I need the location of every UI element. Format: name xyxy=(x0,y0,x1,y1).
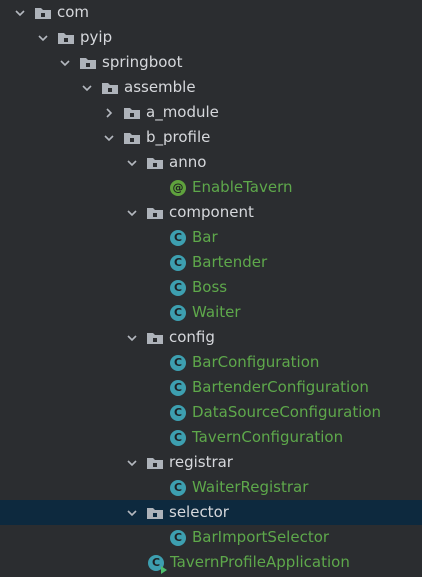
tree-row-tavernprofileapplication[interactable]: C TavernProfileApplication xyxy=(0,550,422,575)
tree-row-pyip[interactable]: pyip xyxy=(0,25,422,50)
tree-row-bartender[interactable]: C Bartender xyxy=(0,250,422,275)
tree-row-b-profile[interactable]: b_profile xyxy=(0,125,422,150)
class-icon: C xyxy=(170,279,186,296)
class-icon: C xyxy=(170,304,186,321)
class-icon: C xyxy=(170,379,186,396)
tree-row-tavernconfiguration[interactable]: C TavernConfiguration xyxy=(0,425,422,450)
tree-row-waiter[interactable]: C Waiter xyxy=(0,300,422,325)
tree-label: pyip xyxy=(80,28,113,46)
tree-label: EnableTavern xyxy=(192,178,293,196)
tree-label: BarConfiguration xyxy=(192,353,320,371)
tree-label: TavernProfileApplication xyxy=(170,553,350,571)
folder-package-icon xyxy=(57,30,75,46)
tree-row-enabletavern[interactable]: @ EnableTavern xyxy=(0,175,422,200)
chevron-down-icon[interactable] xyxy=(57,55,73,71)
tree-row-boss[interactable]: C Boss xyxy=(0,275,422,300)
class-icon: C xyxy=(170,404,186,421)
class-icon: C xyxy=(170,529,186,546)
tree-label: BarImportSelector xyxy=(192,528,330,546)
tree-row-barimportselector[interactable]: C BarImportSelector xyxy=(0,525,422,550)
tree-row-bartenderconfiguration[interactable]: C BartenderConfiguration xyxy=(0,375,422,400)
folder-package-icon xyxy=(34,5,52,21)
folder-package-icon xyxy=(101,80,119,96)
spring-boot-application-icon: C xyxy=(148,554,167,574)
chevron-down-icon[interactable] xyxy=(124,330,140,346)
tree-label: DataSourceConfiguration xyxy=(192,403,382,421)
tree-row-registrar[interactable]: registrar xyxy=(0,450,422,475)
tree-row-bar[interactable]: C Bar xyxy=(0,225,422,250)
tree-label: Bartender xyxy=(192,253,268,271)
folder-package-icon xyxy=(123,130,141,146)
tree-row-anno[interactable]: anno xyxy=(0,150,422,175)
tree-label: a_module xyxy=(146,103,219,121)
chevron-right-icon[interactable] xyxy=(101,105,117,121)
tree-label: anno xyxy=(169,153,207,171)
folder-package-icon xyxy=(146,155,164,171)
chevron-down-icon[interactable] xyxy=(79,80,95,96)
tree-row-waiterregistrar[interactable]: C WaiterRegistrar xyxy=(0,475,422,500)
chevron-down-icon[interactable] xyxy=(124,155,140,171)
tree-label: assemble xyxy=(124,78,196,96)
tree-row-com[interactable]: com xyxy=(0,0,422,25)
tree-row-barconfiguration[interactable]: C BarConfiguration xyxy=(0,350,422,375)
tree-label: Boss xyxy=(192,278,228,296)
tree-row-config[interactable]: config xyxy=(0,325,422,350)
chevron-down-icon[interactable] xyxy=(124,455,140,471)
folder-package-icon xyxy=(146,205,164,221)
tree-label: WaiterRegistrar xyxy=(192,478,309,496)
tree-label: config xyxy=(169,328,215,346)
tree-label: BartenderConfiguration xyxy=(192,378,369,396)
chevron-down-icon[interactable] xyxy=(101,130,117,146)
tree-label: registrar xyxy=(169,453,233,471)
tree-row-a-module[interactable]: a_module xyxy=(0,100,422,125)
tree-row-selector[interactable]: selector xyxy=(0,500,422,525)
folder-package-icon xyxy=(146,330,164,346)
folder-package-icon xyxy=(146,455,164,471)
tree-row-component[interactable]: component xyxy=(0,200,422,225)
tree-label: component xyxy=(169,203,254,221)
tree-row-datasourceconfiguration[interactable]: C DataSourceConfiguration xyxy=(0,400,422,425)
class-icon: C xyxy=(170,429,186,446)
class-icon: C xyxy=(170,254,186,271)
folder-package-icon xyxy=(79,55,97,71)
tree-row-assemble[interactable]: assemble xyxy=(0,75,422,100)
tree-label: selector xyxy=(169,503,229,521)
chevron-down-icon[interactable] xyxy=(35,30,51,46)
chevron-down-icon[interactable] xyxy=(124,205,140,221)
tree-label: Bar xyxy=(192,228,218,246)
annotation-icon: @ xyxy=(170,179,186,196)
class-icon: C xyxy=(170,479,186,496)
folder-package-icon xyxy=(123,105,141,121)
folder-package-icon xyxy=(146,505,164,521)
run-indicator-icon xyxy=(161,565,167,574)
project-tree: com pyip springboot assemble a_module b_… xyxy=(0,0,422,577)
tree-label: Waiter xyxy=(192,303,241,321)
tree-label: TavernConfiguration xyxy=(192,428,344,446)
chevron-down-icon[interactable] xyxy=(124,505,140,521)
class-icon: C xyxy=(170,354,186,371)
tree-row-springboot[interactable]: springboot xyxy=(0,50,422,75)
tree-label: com xyxy=(57,3,90,21)
chevron-down-icon[interactable] xyxy=(12,5,28,21)
tree-label: b_profile xyxy=(146,128,211,146)
tree-label: springboot xyxy=(102,53,183,71)
class-icon: C xyxy=(170,229,186,246)
